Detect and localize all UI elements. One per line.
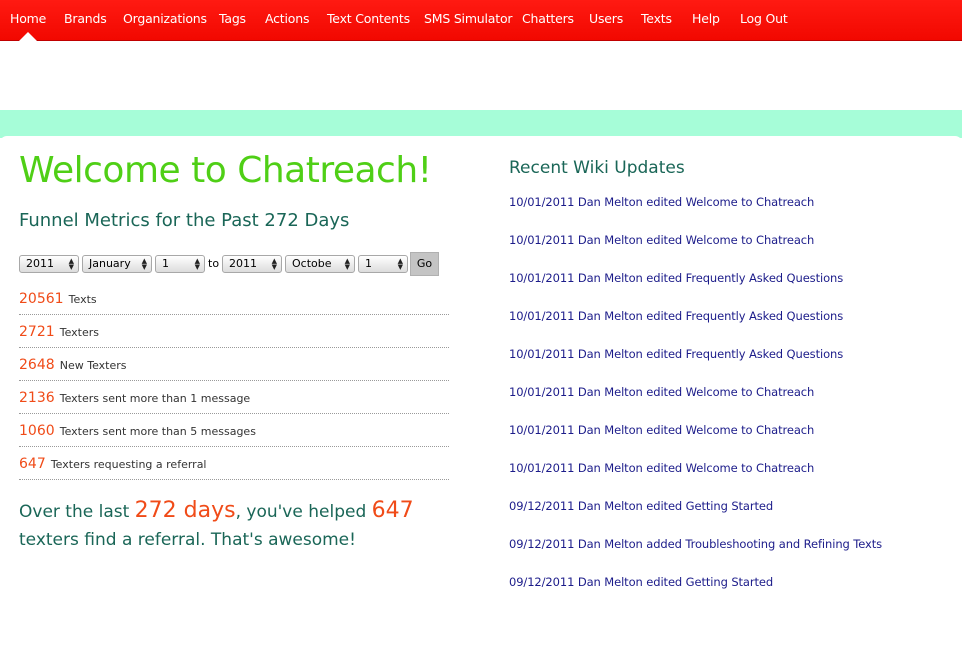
nav-item-actions[interactable]: Actions	[265, 11, 309, 26]
date-range-to-label: to	[208, 257, 220, 270]
metric-value: 647	[19, 456, 46, 472]
metric-label: Texters	[59, 326, 100, 339]
start-day-value: 1	[162, 257, 169, 270]
metric-row: 2136 Texters sent more than 1 message	[19, 387, 449, 414]
select-arrows-icon: ▲ ▼	[271, 257, 277, 271]
referral-summary: Over the last 272 days, you've helped 64…	[19, 497, 459, 554]
wiki-update-link[interactable]: 10/01/2011 Dan Melton edited Frequently …	[509, 309, 843, 323]
wiki-update-link[interactable]: 10/01/2011 Dan Melton edited Frequently …	[509, 271, 843, 285]
metric-value: 2648	[19, 357, 55, 373]
wiki-update-link[interactable]: 10/01/2011 Dan Melton edited Frequently …	[509, 347, 843, 361]
wiki-update-link[interactable]: 10/01/2011 Dan Melton edited Welcome to …	[509, 233, 814, 247]
end-year-select[interactable]: 2011 ▲ ▼	[222, 255, 282, 273]
nav-item-sms-simulator[interactable]: SMS Simulator	[424, 11, 513, 26]
select-arrows-icon: ▲ ▼	[397, 257, 403, 271]
page-title: Welcome to Chatreach!	[19, 150, 432, 191]
end-day-select[interactable]: 1 ▲ ▼	[358, 255, 408, 273]
go-button[interactable]: Go	[410, 252, 439, 276]
select-arrows-icon: ▲ ▼	[141, 257, 147, 271]
end-year-value: 2011	[229, 257, 257, 270]
start-year-value: 2011	[26, 257, 54, 270]
select-arrows-icon: ▲ ▼	[68, 257, 74, 271]
summary-text-2: , you've helped	[235, 502, 372, 522]
wiki-update-link[interactable]: 10/01/2011 Dan Melton edited Welcome to …	[509, 461, 814, 475]
metric-value: 2721	[19, 324, 55, 340]
wiki-update-link[interactable]: 09/12/2011 Dan Melton added Troubleshoot…	[509, 537, 882, 551]
end-month-select[interactable]: Octobe ▲ ▼	[285, 255, 355, 273]
nav-item-chatters[interactable]: Chatters	[522, 11, 574, 26]
metric-label: Texts	[68, 293, 97, 306]
nav-item-tags[interactable]: Tags	[219, 11, 246, 26]
metric-value: 20561	[19, 291, 64, 307]
subheader-panel	[0, 41, 962, 110]
select-arrows-icon: ▲ ▼	[344, 257, 350, 271]
end-month-value: Octobe	[292, 257, 332, 270]
mint-separator-band	[0, 110, 962, 138]
start-year-select[interactable]: 2011 ▲ ▼	[19, 255, 79, 273]
nav-item-organizations[interactable]: Organizations	[123, 11, 207, 26]
metric-label: Texters sent more than 1 message	[59, 392, 251, 405]
recent-wiki-updates-heading: Recent Wiki Updates	[509, 158, 685, 178]
metric-label: Texters requesting a referral	[50, 458, 207, 471]
start-month-value: January	[89, 257, 131, 270]
start-month-select[interactable]: January ▲ ▼	[82, 255, 152, 273]
metric-row: 2721 Texters	[19, 321, 449, 348]
summary-text-1: Over the last	[19, 502, 135, 522]
wiki-update-link[interactable]: 09/12/2011 Dan Melton edited Getting Sta…	[509, 575, 773, 589]
metric-row: 2648 New Texters	[19, 354, 449, 381]
metric-row: 20561 Texts	[19, 288, 449, 315]
nav-item-users[interactable]: Users	[589, 11, 623, 26]
metric-value: 1060	[19, 423, 55, 439]
nav-item-home[interactable]: Home	[10, 11, 46, 26]
wiki-update-link[interactable]: 10/01/2011 Dan Melton edited Welcome to …	[509, 385, 814, 399]
summary-count: 647	[371, 498, 414, 523]
metric-label: New Texters	[59, 359, 127, 372]
metric-value: 2136	[19, 390, 55, 406]
summary-days: 272 days	[134, 498, 236, 523]
start-day-select[interactable]: 1 ▲ ▼	[155, 255, 205, 273]
top-nav-bar: Home Brands Organizations Tags Actions T…	[0, 0, 962, 41]
summary-text-3: texters find a referral. That's awesome!	[19, 530, 356, 550]
metric-label: Texters sent more than 5 messages	[59, 425, 256, 438]
metric-row: 647 Texters requesting a referral	[19, 453, 449, 480]
nav-item-help[interactable]: Help	[692, 11, 720, 26]
wiki-update-link[interactable]: 10/01/2011 Dan Melton edited Welcome to …	[509, 195, 814, 209]
wiki-update-link[interactable]: 10/01/2011 Dan Melton edited Welcome to …	[509, 423, 814, 437]
nav-item-text-contents[interactable]: Text Contents	[327, 11, 410, 26]
end-day-value: 1	[365, 257, 372, 270]
wiki-update-link[interactable]: 09/12/2011 Dan Melton edited Getting Sta…	[509, 499, 773, 513]
active-nav-caret-icon	[19, 32, 37, 41]
nav-item-texts[interactable]: Texts	[641, 11, 672, 26]
metric-row: 1060 Texters sent more than 5 messages	[19, 420, 449, 447]
nav-item-log-out[interactable]: Log Out	[740, 11, 788, 26]
select-arrows-icon: ▲ ▼	[194, 257, 200, 271]
nav-item-brands[interactable]: Brands	[64, 11, 107, 26]
funnel-metrics-heading: Funnel Metrics for the Past 272 Days	[19, 210, 350, 231]
